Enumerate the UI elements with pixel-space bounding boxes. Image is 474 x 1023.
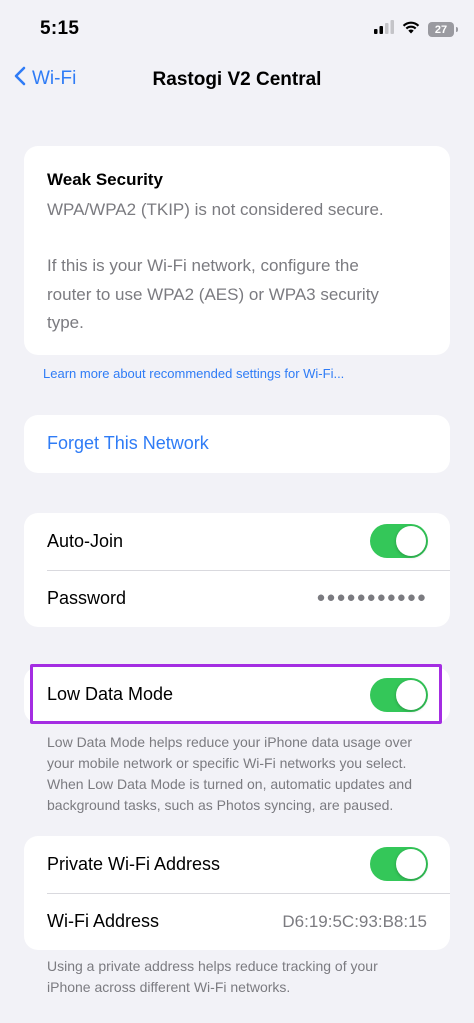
forget-network-card: Forget This Network: [24, 415, 450, 473]
learn-more-link[interactable]: Learn more about recommended settings fo…: [43, 366, 344, 381]
auto-join-toggle[interactable]: [370, 524, 428, 558]
forget-network-button[interactable]: Forget This Network: [47, 433, 209, 454]
description-line: your mobile network or specific Wi-Fi ne…: [47, 755, 407, 771]
private-address-description: Using a private address helps reduce tra…: [47, 956, 447, 998]
weak-security-title: Weak Security: [47, 170, 163, 189]
divider: [47, 893, 450, 894]
navigation-bar: Wi-Fi Rastogi V2 Central: [0, 56, 474, 106]
auto-join-label: Auto-Join: [47, 531, 124, 551]
battery-level: 27: [434, 23, 448, 36]
wifi-address-label: Wi-Fi Address: [47, 911, 160, 931]
password-label: Password: [47, 588, 127, 608]
toggle-knob: [396, 680, 426, 710]
weak-security-line: If this is your Wi-Fi network, configure…: [47, 256, 359, 275]
description-line: When Low Data Mode is turned on, automat…: [47, 776, 412, 792]
weak-security-line: type.: [47, 313, 84, 332]
weak-security-line: router to use WPA2 (AES) or WPA3 securit…: [47, 285, 379, 304]
toggle-knob: [396, 526, 426, 556]
description-line: Low Data Mode helps reduce your iPhone d…: [47, 734, 413, 750]
divider: [47, 570, 450, 571]
description-line: iPhone across different Wi-Fi networks.: [47, 979, 291, 995]
description-line: Using a private address helps reduce tra…: [47, 958, 378, 974]
weak-security-line: WPA/WPA2 (TKIP) is not considered secure…: [47, 200, 384, 219]
wifi-icon: [402, 20, 420, 39]
auto-join-card: Auto-Join Password ●●●●●●●●●●●: [24, 513, 450, 627]
low-data-mode-description: Low Data Mode helps reduce your iPhone d…: [47, 732, 447, 816]
low-data-mode-label: Low Data Mode: [47, 684, 174, 704]
weak-security-card: Weak Security WPA/WPA2 (TKIP) is not con…: [24, 146, 450, 355]
battery-icon: 27: [428, 22, 458, 37]
password-value[interactable]: ●●●●●●●●●●●: [316, 589, 427, 606]
wifi-address-value: D6:19:5C:93:B8:15: [282, 912, 427, 931]
page-title: Rastogi V2 Central: [152, 69, 322, 90]
private-address-toggle[interactable]: [370, 847, 428, 881]
low-data-mode-card: Low Data Mode: [24, 667, 450, 723]
status-time: 5:15: [40, 18, 80, 39]
description-line: background tasks, such as Photos syncing…: [47, 797, 394, 813]
cellular-signal-icon: [374, 20, 394, 39]
low-data-mode-toggle[interactable]: [370, 678, 428, 712]
status-icons: 27: [374, 20, 458, 39]
toggle-knob: [396, 849, 426, 879]
status-bar: 5:15 27: [0, 0, 474, 56]
private-address-card: Private Wi-Fi Address Wi-Fi Address D6:1…: [24, 836, 450, 950]
private-address-label: Private Wi-Fi Address: [47, 854, 221, 874]
